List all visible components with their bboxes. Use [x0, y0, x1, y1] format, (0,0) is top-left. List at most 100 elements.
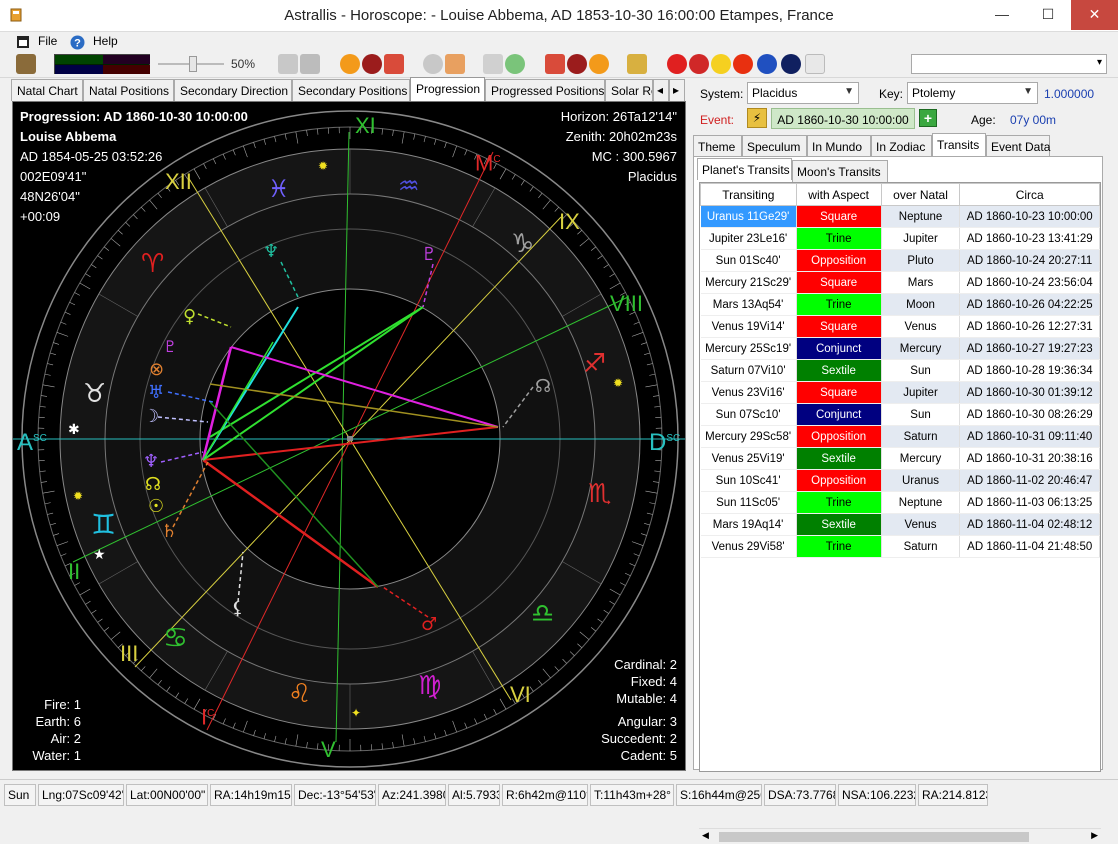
cell-transiting[interactable]: Venus 29Vi58': [701, 536, 797, 558]
scrollbar-thumb[interactable]: [719, 832, 1029, 842]
transits-table[interactable]: Transiting with Aspect over Natal Circa …: [699, 182, 1101, 772]
cell-transiting[interactable]: Mercury 25Sc19': [701, 338, 797, 360]
cell-circa[interactable]: AD 1860-10-28 19:36:34: [960, 360, 1100, 382]
cell-aspect[interactable]: Sextile: [796, 514, 881, 536]
table-row[interactable]: Mars 19Aq14'SextileVenusAD 1860-11-04 02…: [701, 514, 1100, 536]
table-row[interactable]: Mars 13Aq54'TrineMoonAD 1860-10-26 04:22…: [701, 294, 1100, 316]
tab-in-mundo[interactable]: In Mundo: [807, 135, 871, 157]
cell-natal[interactable]: Uranus: [881, 470, 960, 492]
tab-secondary-positions[interactable]: Secondary Positions: [292, 79, 410, 101]
lightning-icon[interactable]: ⚡: [747, 108, 767, 128]
tab-progressed-positions[interactable]: Progressed Positions: [485, 79, 605, 101]
cell-transiting[interactable]: Sun 01Sc40': [701, 250, 797, 272]
sun-prog-icon[interactable]: [589, 54, 609, 74]
cell-aspect[interactable]: Square: [796, 272, 881, 294]
tab-theme[interactable]: Theme: [693, 135, 742, 157]
system-select[interactable]: Placidus▼: [747, 82, 859, 104]
tab-natal-chart[interactable]: Natal Chart: [11, 79, 83, 101]
cell-aspect[interactable]: Opposition: [796, 250, 881, 272]
cell-natal[interactable]: Venus: [881, 316, 960, 338]
table-row[interactable]: Uranus 11Ge29'SquareNeptuneAD 1860-10-23…: [701, 206, 1100, 228]
cell-circa[interactable]: AD 1860-10-31 09:11:40: [960, 426, 1100, 448]
column-header-aspect[interactable]: with Aspect: [796, 184, 881, 206]
horizontal-scrollbar[interactable]: ◀ ▶: [699, 828, 1101, 844]
table-row[interactable]: Venus 29Vi58'TrineSaturnAD 1860-11-04 21…: [701, 536, 1100, 558]
table-row[interactable]: Venus 19Vi14'SquareVenusAD 1860-10-26 12…: [701, 316, 1100, 338]
color-swatch-grid[interactable]: [54, 54, 150, 74]
cell-natal[interactable]: Pluto: [881, 250, 960, 272]
moon-crescent-icon[interactable]: [711, 54, 731, 74]
cell-transiting[interactable]: Jupiter 23Le16': [701, 228, 797, 250]
column-header-transiting[interactable]: Transiting: [701, 184, 797, 206]
tab-transits[interactable]: Transits: [932, 133, 986, 157]
cell-natal[interactable]: Mercury: [881, 338, 960, 360]
cell-transiting[interactable]: Venus 25Vi19': [701, 448, 797, 470]
tab-solar-return[interactable]: Solar Re: [605, 79, 653, 101]
table-row[interactable]: Sun 07Sc10'ConjunctSunAD 1860-10-30 08:2…: [701, 404, 1100, 426]
cell-transiting[interactable]: Mercury 29Sc58': [701, 426, 797, 448]
palette-icon[interactable]: [16, 54, 36, 74]
cell-natal[interactable]: Neptune: [881, 492, 960, 514]
cell-transiting[interactable]: Sun 07Sc10': [701, 404, 797, 426]
table-row[interactable]: Sun 01Sc40'OppositionPlutoAD 1860-10-24 …: [701, 250, 1100, 272]
cell-circa[interactable]: AD 1860-10-27 19:27:23: [960, 338, 1100, 360]
cell-natal[interactable]: Moon: [881, 294, 960, 316]
cell-aspect[interactable]: Square: [796, 316, 881, 338]
cell-natal[interactable]: Mars: [881, 272, 960, 294]
calendar-prog-icon[interactable]: [545, 54, 565, 74]
table-row[interactable]: Saturn 07Vi10'SextileSunAD 1860-10-28 19…: [701, 360, 1100, 382]
tab-progression[interactable]: Progression: [410, 77, 485, 101]
tab-natal-positions[interactable]: Natal Positions: [83, 79, 174, 101]
cell-natal[interactable]: Venus: [881, 514, 960, 536]
cell-aspect[interactable]: Trine: [796, 294, 881, 316]
tab-speculum[interactable]: Speculum: [742, 135, 807, 157]
cell-circa[interactable]: AD 1860-11-04 02:48:12: [960, 514, 1100, 536]
add-event-button[interactable]: +: [919, 109, 937, 127]
cell-natal[interactable]: Jupiter: [881, 228, 960, 250]
cell-aspect[interactable]: Square: [796, 382, 881, 404]
cell-aspect[interactable]: Opposition: [796, 470, 881, 492]
cell-transiting[interactable]: Uranus 11Ge29': [701, 206, 797, 228]
table-row[interactable]: Venus 25Vi19'SextileMercuryAD 1860-10-31…: [701, 448, 1100, 470]
column-header-circa[interactable]: Circa: [960, 184, 1100, 206]
cell-natal[interactable]: Neptune: [881, 206, 960, 228]
lifebuoy-icon[interactable]: [667, 54, 687, 74]
cell-transiting[interactable]: Mars 13Aq54': [701, 294, 797, 316]
minimize-button[interactable]: —: [979, 0, 1025, 30]
cell-circa[interactable]: AD 1860-11-02 20:46:47: [960, 470, 1100, 492]
wand-icon[interactable]: [627, 54, 647, 74]
cell-aspect[interactable]: Conjunct: [796, 338, 881, 360]
tab-in-zodiac[interactable]: In Zodiac: [871, 135, 932, 157]
horoscope-chart[interactable]: ♓ ♒ ♈ ♑ ♉ ♐ ♊ ♏ ♋ ♎ ♌ ♍ ♆ ♇ ♀ ♇ ⊗ ♅ ☽ ♆ …: [12, 101, 686, 771]
cell-circa[interactable]: AD 1860-10-24 20:27:11: [960, 250, 1100, 272]
cell-transiting[interactable]: Mercury 21Sc29': [701, 272, 797, 294]
event-datetime-field[interactable]: AD 1860-10-30 10:00:00: [771, 108, 915, 129]
star-icon[interactable]: [805, 54, 825, 74]
cell-aspect[interactable]: Square: [796, 206, 881, 228]
table-row[interactable]: Mercury 25Sc19'ConjunctMercuryAD 1860-10…: [701, 338, 1100, 360]
cell-circa[interactable]: AD 1860-10-23 10:00:00: [960, 206, 1100, 228]
zoom-slider-thumb[interactable]: [189, 56, 197, 72]
cell-aspect[interactable]: Opposition: [796, 426, 881, 448]
table-row[interactable]: Venus 23Vi16'SquareJupiterAD 1860-10-30 …: [701, 382, 1100, 404]
menu-file[interactable]: File: [38, 34, 57, 48]
tab-event-data[interactable]: Event Data: [986, 135, 1050, 157]
table-row[interactable]: Sun 11Sc05'TrineNeptuneAD 1860-11-03 06:…: [701, 492, 1100, 514]
cell-circa[interactable]: AD 1860-10-26 12:27:31: [960, 316, 1100, 338]
cell-circa[interactable]: AD 1860-10-31 20:38:16: [960, 448, 1100, 470]
moon-prog-icon[interactable]: [567, 54, 587, 74]
cell-circa[interactable]: AD 1860-10-24 23:56:04: [960, 272, 1100, 294]
cell-circa[interactable]: AD 1860-10-23 13:41:29: [960, 228, 1100, 250]
tab-moons-transits[interactable]: Moon's Transits: [792, 160, 888, 182]
night-icon[interactable]: [781, 54, 801, 74]
tab-scroll-right[interactable]: ▸: [669, 79, 685, 101]
cell-natal[interactable]: Mercury: [881, 448, 960, 470]
cell-natal[interactable]: Saturn: [881, 536, 960, 558]
cell-natal[interactable]: Sun: [881, 404, 960, 426]
column-header-natal[interactable]: over Natal: [881, 184, 960, 206]
cell-aspect[interactable]: Trine: [796, 228, 881, 250]
cell-natal[interactable]: Jupiter: [881, 382, 960, 404]
cell-transiting[interactable]: Mars 19Aq14': [701, 514, 797, 536]
cell-transiting[interactable]: Venus 23Vi16': [701, 382, 797, 404]
time-refresh-icon[interactable]: [505, 54, 525, 74]
